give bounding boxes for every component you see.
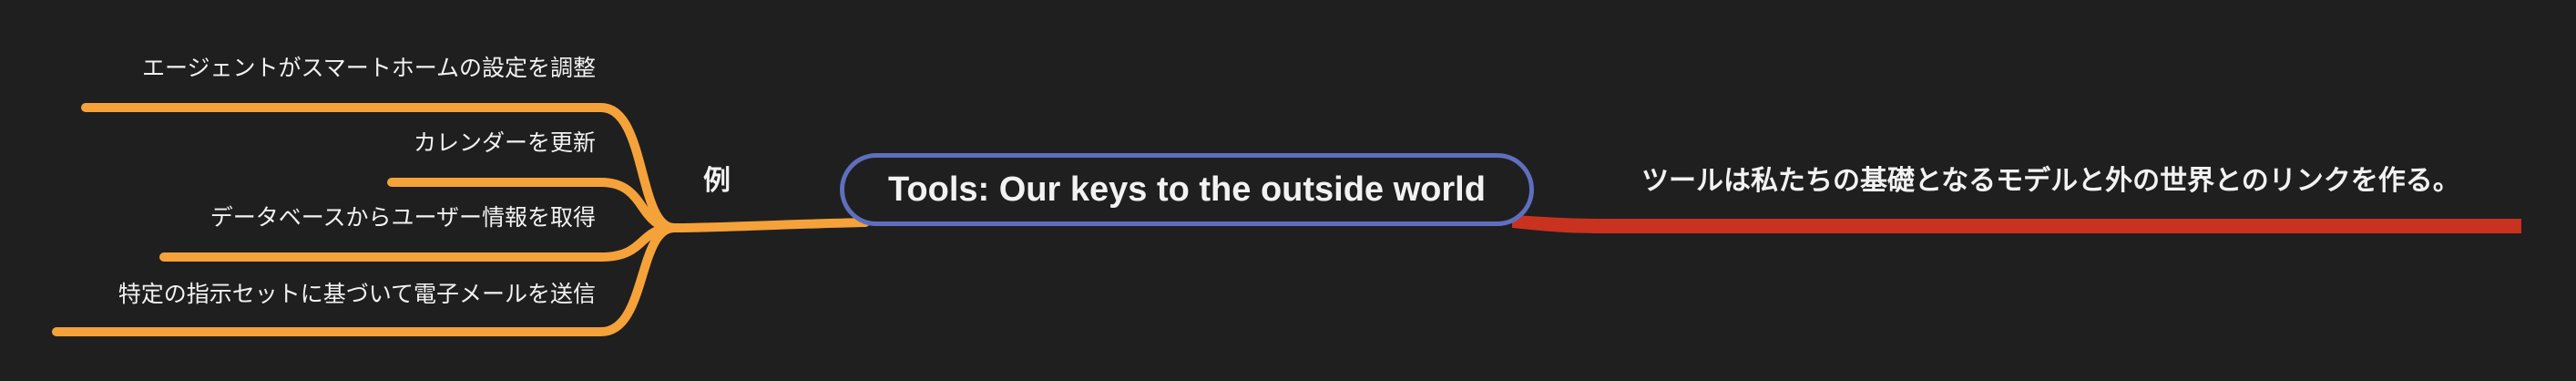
root-topic-title: Tools: Our keys to the outside world [888, 170, 1486, 209]
example-leaf-calendar[interactable]: カレンダーを更新 [414, 131, 596, 154]
example-leaf-smart-home[interactable]: エージェントがスマートホームの設定を調整 [142, 57, 596, 79]
right-branch-connector [1512, 215, 2521, 233]
root-topic-node[interactable]: Tools: Our keys to the outside world [840, 153, 1534, 226]
right-branch-label[interactable]: ツールは私たちの基礎となるモデルと外の世界とのリンクを作る。 [1641, 168, 2460, 195]
left-trunk-connector [670, 218, 870, 232]
leaf-connector-2 [159, 223, 679, 262]
leaf-connector-3 [52, 223, 679, 336]
example-leaf-email[interactable]: 特定の指示セットに基づいて電子メールを送信 [118, 283, 596, 305]
examples-branch-label[interactable]: 例 [703, 168, 731, 195]
example-leaf-database[interactable]: データベースからユーザー情報を取得 [210, 206, 596, 229]
